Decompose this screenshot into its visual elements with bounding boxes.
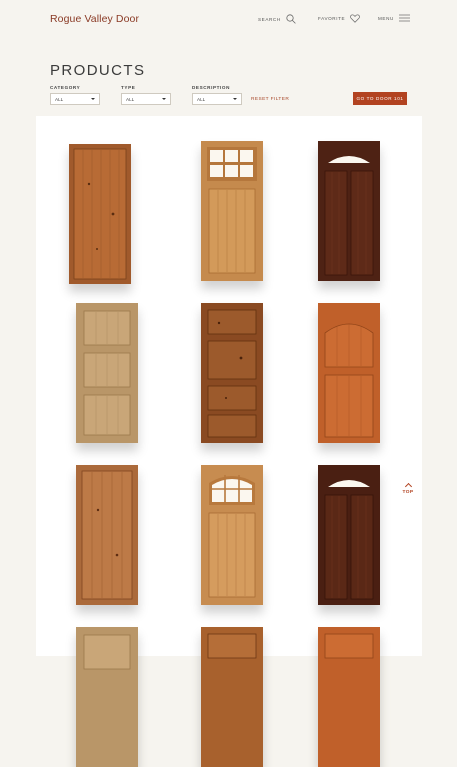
description-select-value: ALL: [197, 96, 206, 102]
menu-button[interactable]: MENU: [378, 14, 410, 22]
product-door-plank-knotty-2[interactable]: [76, 465, 138, 605]
product-door-plank-knotty[interactable]: [69, 144, 131, 284]
product-door-row4-3[interactable]: [318, 627, 380, 767]
description-select[interactable]: ALL: [192, 93, 242, 105]
product-grid: [36, 116, 422, 767]
category-select-value: ALL: [55, 96, 64, 102]
chevron-down-icon: [91, 98, 95, 100]
brand-logo[interactable]: Rogue Valley Door: [50, 13, 139, 25]
chevron-down-icon: [233, 98, 237, 100]
product-door-arch-6-lite-plank[interactable]: [201, 465, 263, 605]
product-door-6-lite-vertical-grain[interactable]: [201, 141, 263, 281]
product-door-arch-lite-dark-2[interactable]: [318, 465, 380, 605]
category-filter: CATEGORY ALL: [50, 85, 100, 105]
type-select-value: ALL: [126, 96, 135, 102]
category-filter-label: CATEGORY: [50, 85, 81, 90]
site-header: Rogue Valley Door SEARCH FAVORITE MENU: [0, 0, 457, 40]
back-to-top-label: TOP: [402, 490, 414, 495]
type-filter-label: TYPE: [121, 85, 136, 90]
back-to-top-button[interactable]: TOP: [402, 482, 414, 495]
favorite-button[interactable]: FAVORITE: [318, 14, 360, 23]
product-door-arch-lite-dark[interactable]: [318, 141, 380, 281]
chevron-down-icon: [162, 98, 166, 100]
hamburger-icon: [398, 14, 410, 22]
heart-icon: [350, 14, 360, 23]
menu-label: MENU: [378, 15, 394, 21]
reset-filter-link[interactable]: RESET FILTER: [251, 97, 289, 102]
chevron-up-icon: [404, 482, 412, 491]
type-select[interactable]: ALL: [121, 93, 171, 105]
go-to-door-101-button[interactable]: GO TO DOOR 101: [353, 92, 407, 105]
product-door-3-panel-light[interactable]: [76, 303, 138, 443]
product-door-4-panel-knotty-alder[interactable]: [201, 303, 263, 443]
product-door-row4-1[interactable]: [76, 627, 138, 767]
category-select[interactable]: ALL: [50, 93, 100, 105]
search-icon: [286, 14, 296, 24]
description-filter: DESCRIPTION ALL: [192, 85, 242, 105]
search-label: SEARCH: [258, 16, 281, 22]
product-door-arch-panel-alder[interactable]: [318, 303, 380, 443]
favorite-label: FAVORITE: [318, 16, 346, 21]
type-filter: TYPE ALL: [121, 85, 171, 105]
page-title: PRODUCTS: [50, 62, 146, 80]
description-filter-label: DESCRIPTION: [192, 85, 230, 90]
search-button[interactable]: SEARCH: [258, 14, 296, 24]
product-door-row4-2[interactable]: [201, 627, 263, 767]
